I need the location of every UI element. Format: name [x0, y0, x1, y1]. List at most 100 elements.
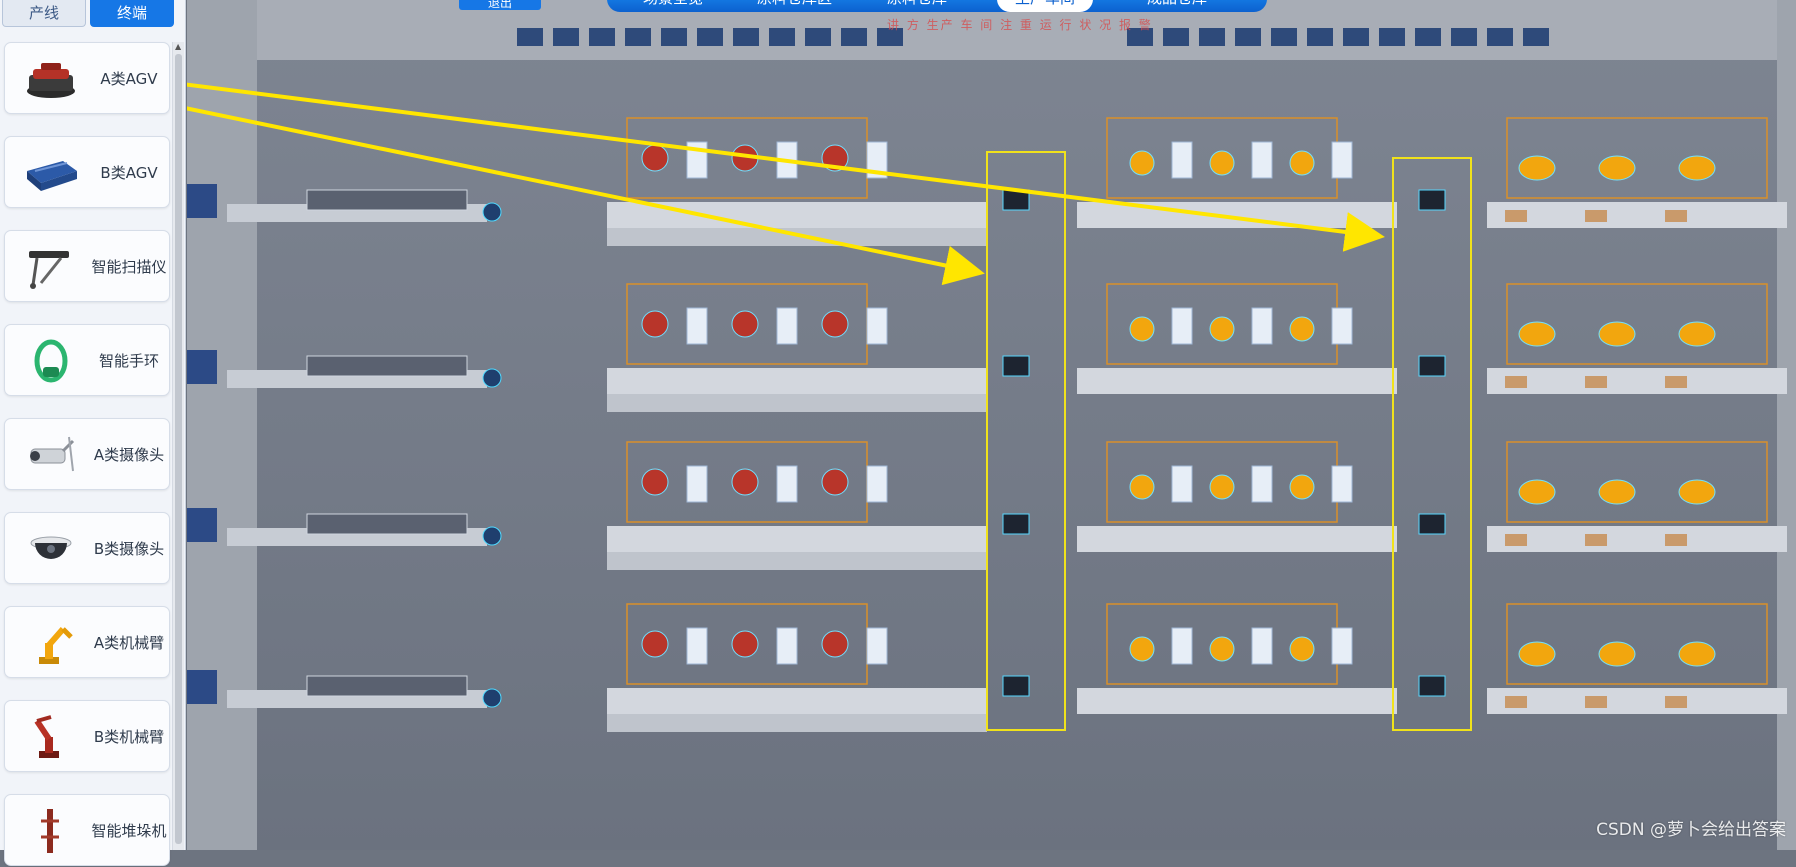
cargo-box: [1505, 534, 1527, 546]
cargo-box: [1585, 210, 1607, 222]
terminal-box: [1418, 513, 1446, 535]
ceiling-panel: [1307, 28, 1333, 46]
production-conveyor-lower: [607, 714, 987, 732]
robot-arm-red: [821, 468, 849, 496]
robot-arm-yellow: [1209, 636, 1235, 662]
robot-arm-red-icon: [34, 715, 59, 758]
device-label: A类AGV: [100, 69, 158, 88]
device-label: A类摄像头: [93, 445, 165, 464]
scroll-up-icon[interactable]: ▲: [175, 42, 181, 51]
camera-bullet-icon: [30, 436, 75, 472]
production-conveyor: [1487, 688, 1787, 714]
rack-unit: [306, 189, 468, 211]
production-conveyor-lower: [607, 552, 987, 570]
camera-dome-icon: [30, 536, 72, 559]
robot-arm-yellow: [1678, 641, 1716, 667]
machine-cabinet: [776, 627, 798, 665]
production-conveyor: [1487, 368, 1787, 394]
agv-marker: [482, 202, 502, 222]
nav-workshop[interactable]: 生产车间: [997, 0, 1094, 12]
device-card-agv-a[interactable]: A类AGV: [4, 42, 170, 114]
watermark: CSDN @萝卜会给出答案: [1596, 820, 1786, 840]
robot-arm-yellow: [1289, 636, 1315, 662]
scroll-thumb[interactable]: [175, 54, 182, 844]
machine-cabinet: [776, 465, 798, 503]
ceiling-panel: [1451, 28, 1477, 46]
device-card-camera-a[interactable]: A类摄像头: [4, 418, 170, 490]
ceiling-panel: [553, 28, 579, 46]
nav-raw-warehouse[interactable]: 原料仓库: [887, 0, 947, 12]
ceiling-panel: [517, 28, 543, 46]
machine-cabinet: [686, 627, 708, 665]
ceiling-panel: [661, 28, 687, 46]
robot-arm-yellow: [1518, 479, 1556, 505]
robot-arm-yellow-icon: [39, 627, 73, 664]
ceiling-panel: [1163, 28, 1189, 46]
cargo-box: [1665, 696, 1687, 708]
factory-floor-render: [187, 0, 1796, 850]
factory-scene[interactable]: 退出 场景全览 原料仓库区 原料仓库 生产车间 成品仓库 讲 方 生产 车 间 …: [187, 0, 1796, 850]
stacker-icon: [41, 809, 59, 853]
robot-arm-yellow: [1598, 155, 1636, 181]
robot-arm-yellow: [1518, 641, 1556, 667]
exit-button[interactable]: 退出: [459, 0, 541, 10]
robot-arm-yellow: [1129, 150, 1155, 176]
ceiling-panel: [1271, 28, 1297, 46]
machine-cabinet: [866, 465, 888, 503]
wall-dock: [187, 670, 217, 704]
rack-unit: [306, 355, 468, 377]
robot-arm-yellow: [1598, 479, 1636, 505]
device-card-camera-b[interactable]: B类摄像头: [4, 512, 170, 584]
robot-arm-yellow: [1678, 479, 1716, 505]
device-card-stacker[interactable]: 智能堆垛机: [4, 794, 170, 866]
device-label: 智能手环: [98, 351, 159, 370]
robot-arm-red: [641, 630, 669, 658]
device-label: A类机械臂: [93, 633, 165, 652]
panel-scrollbar[interactable]: ▲: [172, 42, 184, 850]
robot-arm-red: [731, 310, 759, 338]
device-card-arm-a[interactable]: A类机械臂: [4, 606, 170, 678]
tab-production-line[interactable]: 产线: [2, 0, 86, 27]
ceiling-panel: [1379, 28, 1405, 46]
machine-cabinet: [776, 307, 798, 345]
tab-terminal[interactable]: 终端: [90, 0, 174, 27]
agv-red-icon: [27, 63, 75, 98]
robot-arm-yellow: [1678, 321, 1716, 347]
ceiling-panel: [1487, 28, 1513, 46]
agv-marker: [482, 526, 502, 546]
nav-finished-warehouse[interactable]: 成品仓库: [1147, 0, 1207, 12]
ceiling-panel: [841, 28, 867, 46]
cargo-box: [1585, 534, 1607, 546]
ceiling-panel: [1199, 28, 1225, 46]
cargo-box: [1505, 376, 1527, 388]
cargo-box: [1665, 210, 1687, 222]
robot-arm-yellow: [1289, 474, 1315, 500]
ceiling-panel: [1415, 28, 1441, 46]
nav-overview[interactable]: 场景全览: [643, 0, 703, 12]
terminal-box: [1002, 513, 1030, 535]
device-card-scanner[interactable]: 智能扫描仪: [4, 230, 170, 302]
machine-cabinet: [1331, 141, 1353, 179]
machine-cabinet: [1251, 307, 1273, 345]
rack-unit: [306, 513, 468, 535]
production-conveyor: [1077, 526, 1397, 552]
machine-cabinet: [1171, 627, 1193, 665]
wall-dock: [187, 350, 217, 384]
device-card-agv-b[interactable]: B类AGV: [4, 136, 170, 208]
cargo-box: [1585, 376, 1607, 388]
production-conveyor: [1487, 202, 1787, 228]
production-conveyor: [607, 688, 987, 714]
device-label: B类AGV: [100, 163, 158, 182]
agv-blue-icon: [27, 161, 77, 191]
nav-raw-area[interactable]: 原料仓库区: [757, 0, 832, 12]
robot-arm-red: [641, 144, 669, 172]
robot-arm-yellow: [1598, 641, 1636, 667]
device-card-arm-b[interactable]: B类机械臂: [4, 700, 170, 772]
machine-cabinet: [1171, 465, 1193, 503]
robot-arm-red: [641, 310, 669, 338]
machine-cabinet: [866, 307, 888, 345]
device-card-wristband[interactable]: 智能手环: [4, 324, 170, 396]
terminal-box: [1002, 355, 1030, 377]
cargo-box: [1665, 534, 1687, 546]
machine-cabinet: [686, 307, 708, 345]
